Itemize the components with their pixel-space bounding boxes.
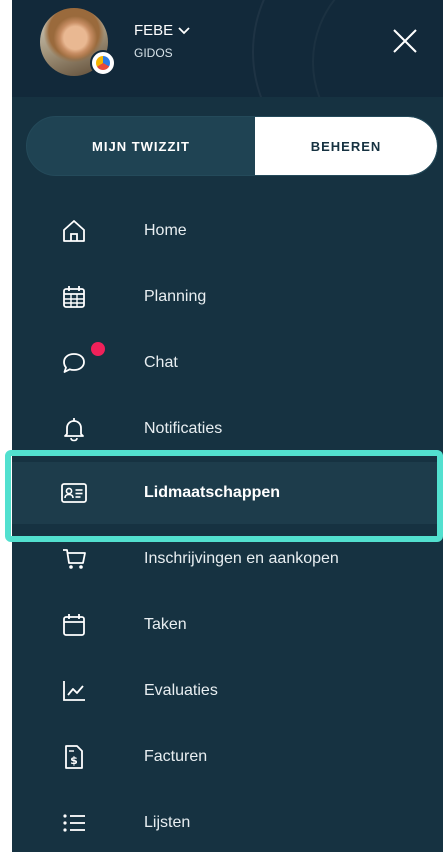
- header-decoration: [312, 0, 443, 97]
- menu-item-label: Facturen: [144, 748, 208, 765]
- list-icon: [60, 809, 88, 837]
- line-chart-icon: [60, 677, 88, 705]
- bell-icon: [60, 415, 88, 443]
- menu-item-home[interactable]: Home: [12, 198, 443, 264]
- chevron-down-icon: [178, 26, 190, 34]
- menu-item-label: Planning: [144, 288, 207, 305]
- menu-item-label: Chat: [144, 354, 178, 371]
- menu-item-chat[interactable]: Chat: [12, 330, 443, 396]
- menu-item-inschrijvingen[interactable]: Inschrijvingen en aankopen: [12, 526, 443, 592]
- menu-item-label: Lidmaatschappen: [144, 484, 281, 501]
- close-icon: [393, 29, 417, 53]
- calendar-icon: [60, 611, 88, 639]
- menu-item-label: Evaluaties: [144, 682, 218, 699]
- svg-text:$: $: [70, 754, 78, 767]
- menu-item-planning[interactable]: Planning: [12, 264, 443, 330]
- chat-notification-badge: [91, 342, 105, 356]
- user-name: FEBE: [134, 22, 174, 39]
- user-header: FEBE GIDOS: [12, 0, 443, 97]
- menu-item-lidmaatschappen[interactable]: Lidmaatschappen: [12, 462, 443, 524]
- menu-item-evaluaties[interactable]: Evaluaties: [12, 658, 443, 724]
- id-card-icon: [60, 479, 88, 507]
- home-icon: [60, 217, 88, 245]
- menu-item-label: Taken: [144, 616, 187, 633]
- menu-item-label: Inschrijvingen en aankopen: [144, 550, 339, 567]
- shopping-cart-icon: [60, 545, 88, 573]
- menu-item-label: Home: [144, 222, 187, 239]
- menu-item-label: Notificaties: [144, 420, 223, 437]
- close-button[interactable]: [390, 26, 420, 56]
- invoice-icon: $: [60, 743, 88, 771]
- organization-name: GIDOS: [134, 46, 173, 60]
- app-badge-icon: [90, 50, 116, 76]
- menu-item-label: Lijsten: [144, 814, 191, 831]
- user-switcher[interactable]: FEBE: [134, 22, 191, 39]
- mode-tabs: MIJN TWIZZIT BEHEREN: [26, 116, 438, 176]
- menu-item-notificaties[interactable]: Notificaties: [12, 396, 443, 462]
- tab-beheren[interactable]: BEHEREN: [255, 117, 437, 175]
- tab-mijn-twizzit[interactable]: MIJN TWIZZIT: [27, 117, 255, 175]
- menu-item-taken[interactable]: Taken: [12, 592, 443, 658]
- menu-item-facturen[interactable]: $ Facturen: [12, 724, 443, 790]
- navigation-drawer: FEBE GIDOS MIJN TWIZZIT BEHEREN Home Pla…: [12, 0, 443, 852]
- chat-bubble-icon: [60, 349, 88, 377]
- menu-item-lijsten[interactable]: Lijsten: [12, 790, 443, 852]
- calendar-grid-icon: [60, 283, 88, 311]
